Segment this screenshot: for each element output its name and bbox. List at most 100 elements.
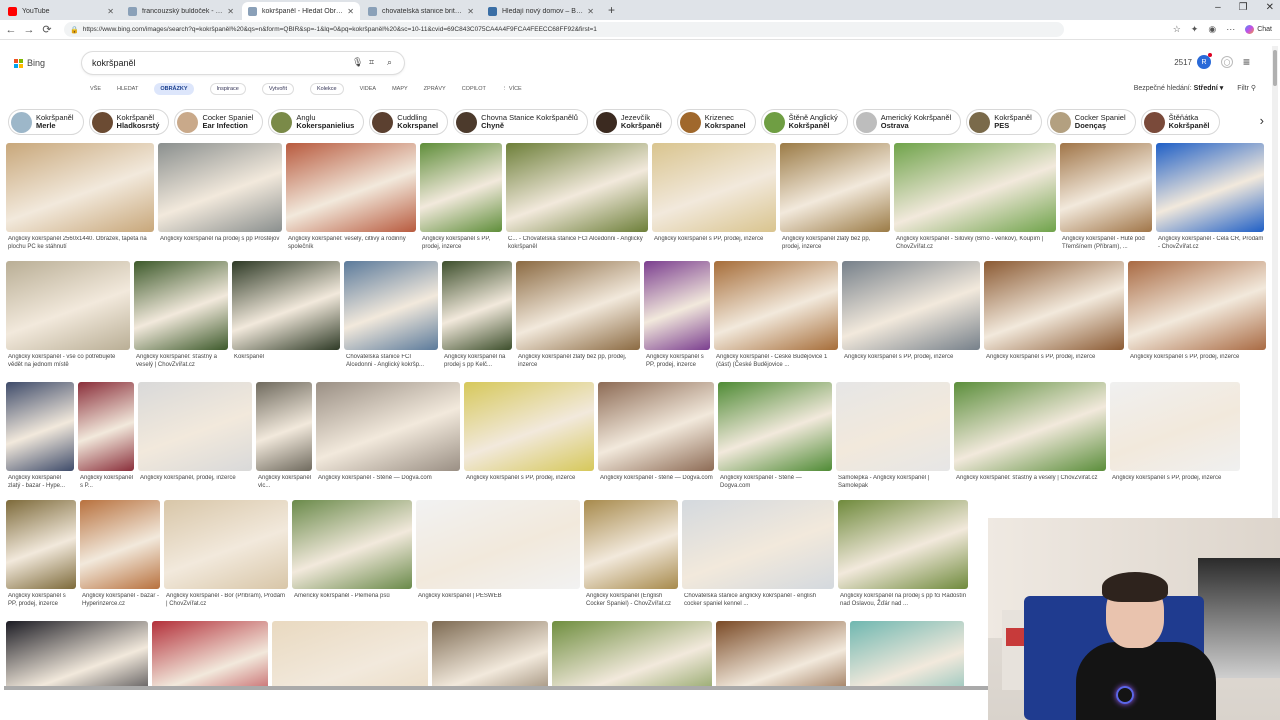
image-result[interactable] (780, 143, 890, 232)
horizontal-scrollbar[interactable] (4, 686, 988, 690)
favorite-star-icon[interactable]: ☆ (1173, 24, 1181, 35)
image-result[interactable] (954, 382, 1106, 471)
scrollbar-thumb[interactable] (1273, 50, 1277, 86)
related-search-chip[interactable]: Krizenec Kokrspanel (676, 109, 756, 135)
image-result[interactable] (416, 500, 580, 589)
image-caption[interactable]: Anglický kokršpaněl vlc... (258, 475, 312, 490)
image-result[interactable] (1128, 261, 1266, 350)
minimize-button[interactable]: – (1215, 2, 1221, 13)
image-caption[interactable]: Kokršpaněl (234, 354, 340, 362)
rewards-points[interactable]: 2517 R (1174, 53, 1212, 69)
image-result[interactable] (894, 143, 1056, 232)
image-caption[interactable]: Anglický kokršpaněl - Štěně — Dogva.com (318, 475, 460, 483)
image-result[interactable] (838, 500, 968, 589)
image-result[interactable] (316, 382, 460, 471)
search-box[interactable]: kokršpaněl 🎙 ⌗ ⌕ (82, 52, 404, 74)
image-result[interactable] (164, 500, 288, 589)
image-caption[interactable]: Anglický kokršpaněl: veselý, citlivý a r… (288, 236, 416, 251)
image-caption[interactable]: Anglický kokršpaněl s PP, prodej, inzerc… (1112, 475, 1240, 483)
related-search-chip[interactable]: Chovna Stanice Kokršpanělů Chyně (453, 109, 588, 135)
image-result[interactable] (420, 143, 502, 232)
image-result[interactable] (78, 382, 134, 471)
image-result[interactable] (652, 143, 776, 232)
scope-4[interactable]: Vytvořit (261, 83, 294, 95)
image-result[interactable] (152, 621, 268, 688)
close-tab-icon[interactable]: ✕ (227, 7, 234, 16)
image-result[interactable] (644, 261, 710, 350)
image-result[interactable] (464, 382, 594, 471)
browser-tab[interactable]: Hledají nový domov – British Velv✕ (482, 2, 600, 20)
maximize-button[interactable]: ❐ (1239, 2, 1248, 13)
close-tab-icon[interactable]: ✕ (467, 7, 474, 16)
image-caption[interactable]: Anglický kokršpaněl: šťastný a veselý | … (136, 354, 228, 369)
image-result[interactable] (584, 500, 678, 589)
image-caption[interactable]: Anglický kokršpaněl s P... (80, 475, 134, 490)
image-result[interactable] (6, 500, 76, 589)
back-icon[interactable]: ← (4, 24, 18, 36)
image-result[interactable] (842, 261, 980, 350)
image-result[interactable] (718, 382, 832, 471)
image-result[interactable] (552, 621, 712, 688)
scope-0[interactable]: VŠE (90, 86, 101, 92)
image-result[interactable] (1156, 143, 1264, 232)
image-caption[interactable]: Anglický kokršpaněl zlatý bez pp, prodej… (782, 236, 890, 251)
image-caption[interactable]: Anglický kokršpaněl, prodej, inzerce (140, 475, 252, 483)
image-result[interactable] (344, 261, 438, 350)
image-result[interactable] (256, 382, 312, 471)
browser-tab[interactable]: chovatelská stanice britská kočka ✕ (362, 2, 480, 20)
image-caption[interactable]: Chovatelská stanice anglický kokršpaněl … (684, 593, 834, 608)
close-tab-icon[interactable]: ✕ (107, 7, 114, 16)
related-search-chip[interactable]: Štěně Anglický Kokršpaněl (760, 109, 848, 135)
image-caption[interactable]: Anglický kokršpaněl na prodej s pp Kelč.… (444, 354, 512, 369)
image-result[interactable] (138, 382, 252, 471)
image-result[interactable] (442, 261, 512, 350)
image-result[interactable] (134, 261, 228, 350)
bing-logo[interactable]: Bing (14, 58, 45, 68)
browser-tab[interactable]: YouTube ✕ (2, 2, 120, 20)
close-tab-icon[interactable]: ✕ (347, 7, 354, 16)
menu-dots-icon[interactable]: ⋯ (1226, 24, 1235, 35)
image-result[interactable] (984, 261, 1124, 350)
related-search-chip[interactable]: Anglu Kokerspanielius (268, 109, 365, 135)
image-caption[interactable]: Anglický kokršpaněl na prodej s pp fci R… (840, 593, 968, 608)
image-caption[interactable]: Americký kokršpaněl - Plemena psů (294, 593, 412, 601)
image-caption[interactable]: Anglický kokršpaněl - Hutě pod Třemšínem… (1062, 236, 1152, 251)
scope-3[interactable]: Inspirace (209, 83, 246, 95)
image-result[interactable] (714, 261, 838, 350)
scope-8[interactable]: ZPRÁVY (424, 86, 446, 92)
related-search-chip[interactable]: Cocker Spaniel Ear Infection (174, 109, 264, 135)
scope-2[interactable]: OBRÁZKY (154, 83, 194, 95)
related-search-chip[interactable]: Štěňátka Kokršpaněl (1140, 109, 1220, 135)
image-result[interactable] (158, 143, 282, 232)
image-result[interactable] (6, 143, 154, 232)
image-caption[interactable]: Anglický kokršpaněl na prodej s pp Prost… (160, 236, 282, 244)
hamburger-menu-icon[interactable]: ≡ (1243, 55, 1250, 69)
close-tab-icon[interactable]: ✕ (587, 7, 594, 16)
related-search-chip[interactable]: Cuddling Kokrspanel (369, 109, 449, 135)
image-result[interactable] (272, 621, 428, 688)
scope-5[interactable]: Kolekce (309, 83, 344, 95)
image-caption[interactable]: Anglický kokršpaněl - Bor (Příbram), Pro… (166, 593, 288, 608)
new-tab-button[interactable]: + (600, 2, 623, 20)
image-caption[interactable]: Anglický kokršpaněl (English Cocker Span… (586, 593, 678, 608)
image-caption[interactable]: Anglický kokršpaněl zlatý bez pp, prodej… (518, 354, 640, 369)
close-window-button[interactable]: ✕ (1266, 2, 1274, 13)
search-icon[interactable]: ⌕ (387, 57, 392, 68)
image-caption[interactable]: Anglický kokršpaněl s PP, prodej, inzerc… (844, 354, 980, 362)
image-result[interactable] (516, 261, 640, 350)
image-caption[interactable]: Chovatelská stanice FCI Alcedonni - Angl… (346, 354, 438, 369)
related-search-chip[interactable]: Americký Kokršpaněl Ostrava (852, 109, 962, 135)
forward-icon[interactable]: → (22, 24, 36, 36)
scope-9[interactable]: COPILOT (462, 86, 486, 92)
related-search-chip[interactable]: Kokršpaněl PES (966, 109, 1042, 135)
scope-10[interactable]: ⋮ VÍCE (502, 86, 522, 92)
image-caption[interactable]: Anglický kokršpaněl s PP, prodej, inzerc… (422, 236, 502, 251)
image-caption[interactable]: Anglický kokršpaněl s PP, prodej, inzerc… (986, 354, 1124, 362)
filter-button[interactable]: Filtr ⚲ (1237, 84, 1256, 92)
related-search-chip[interactable]: Jezevčík Kokršpaněl (592, 109, 672, 135)
image-result[interactable] (286, 143, 416, 232)
image-caption[interactable]: C... - Chovatelská stanice FCI Alcedonni… (508, 236, 648, 251)
image-caption[interactable]: Anglický kokršpaněl s PP, prodej, inzerc… (1130, 354, 1266, 362)
image-result[interactable] (506, 143, 648, 232)
image-result[interactable] (6, 621, 148, 688)
